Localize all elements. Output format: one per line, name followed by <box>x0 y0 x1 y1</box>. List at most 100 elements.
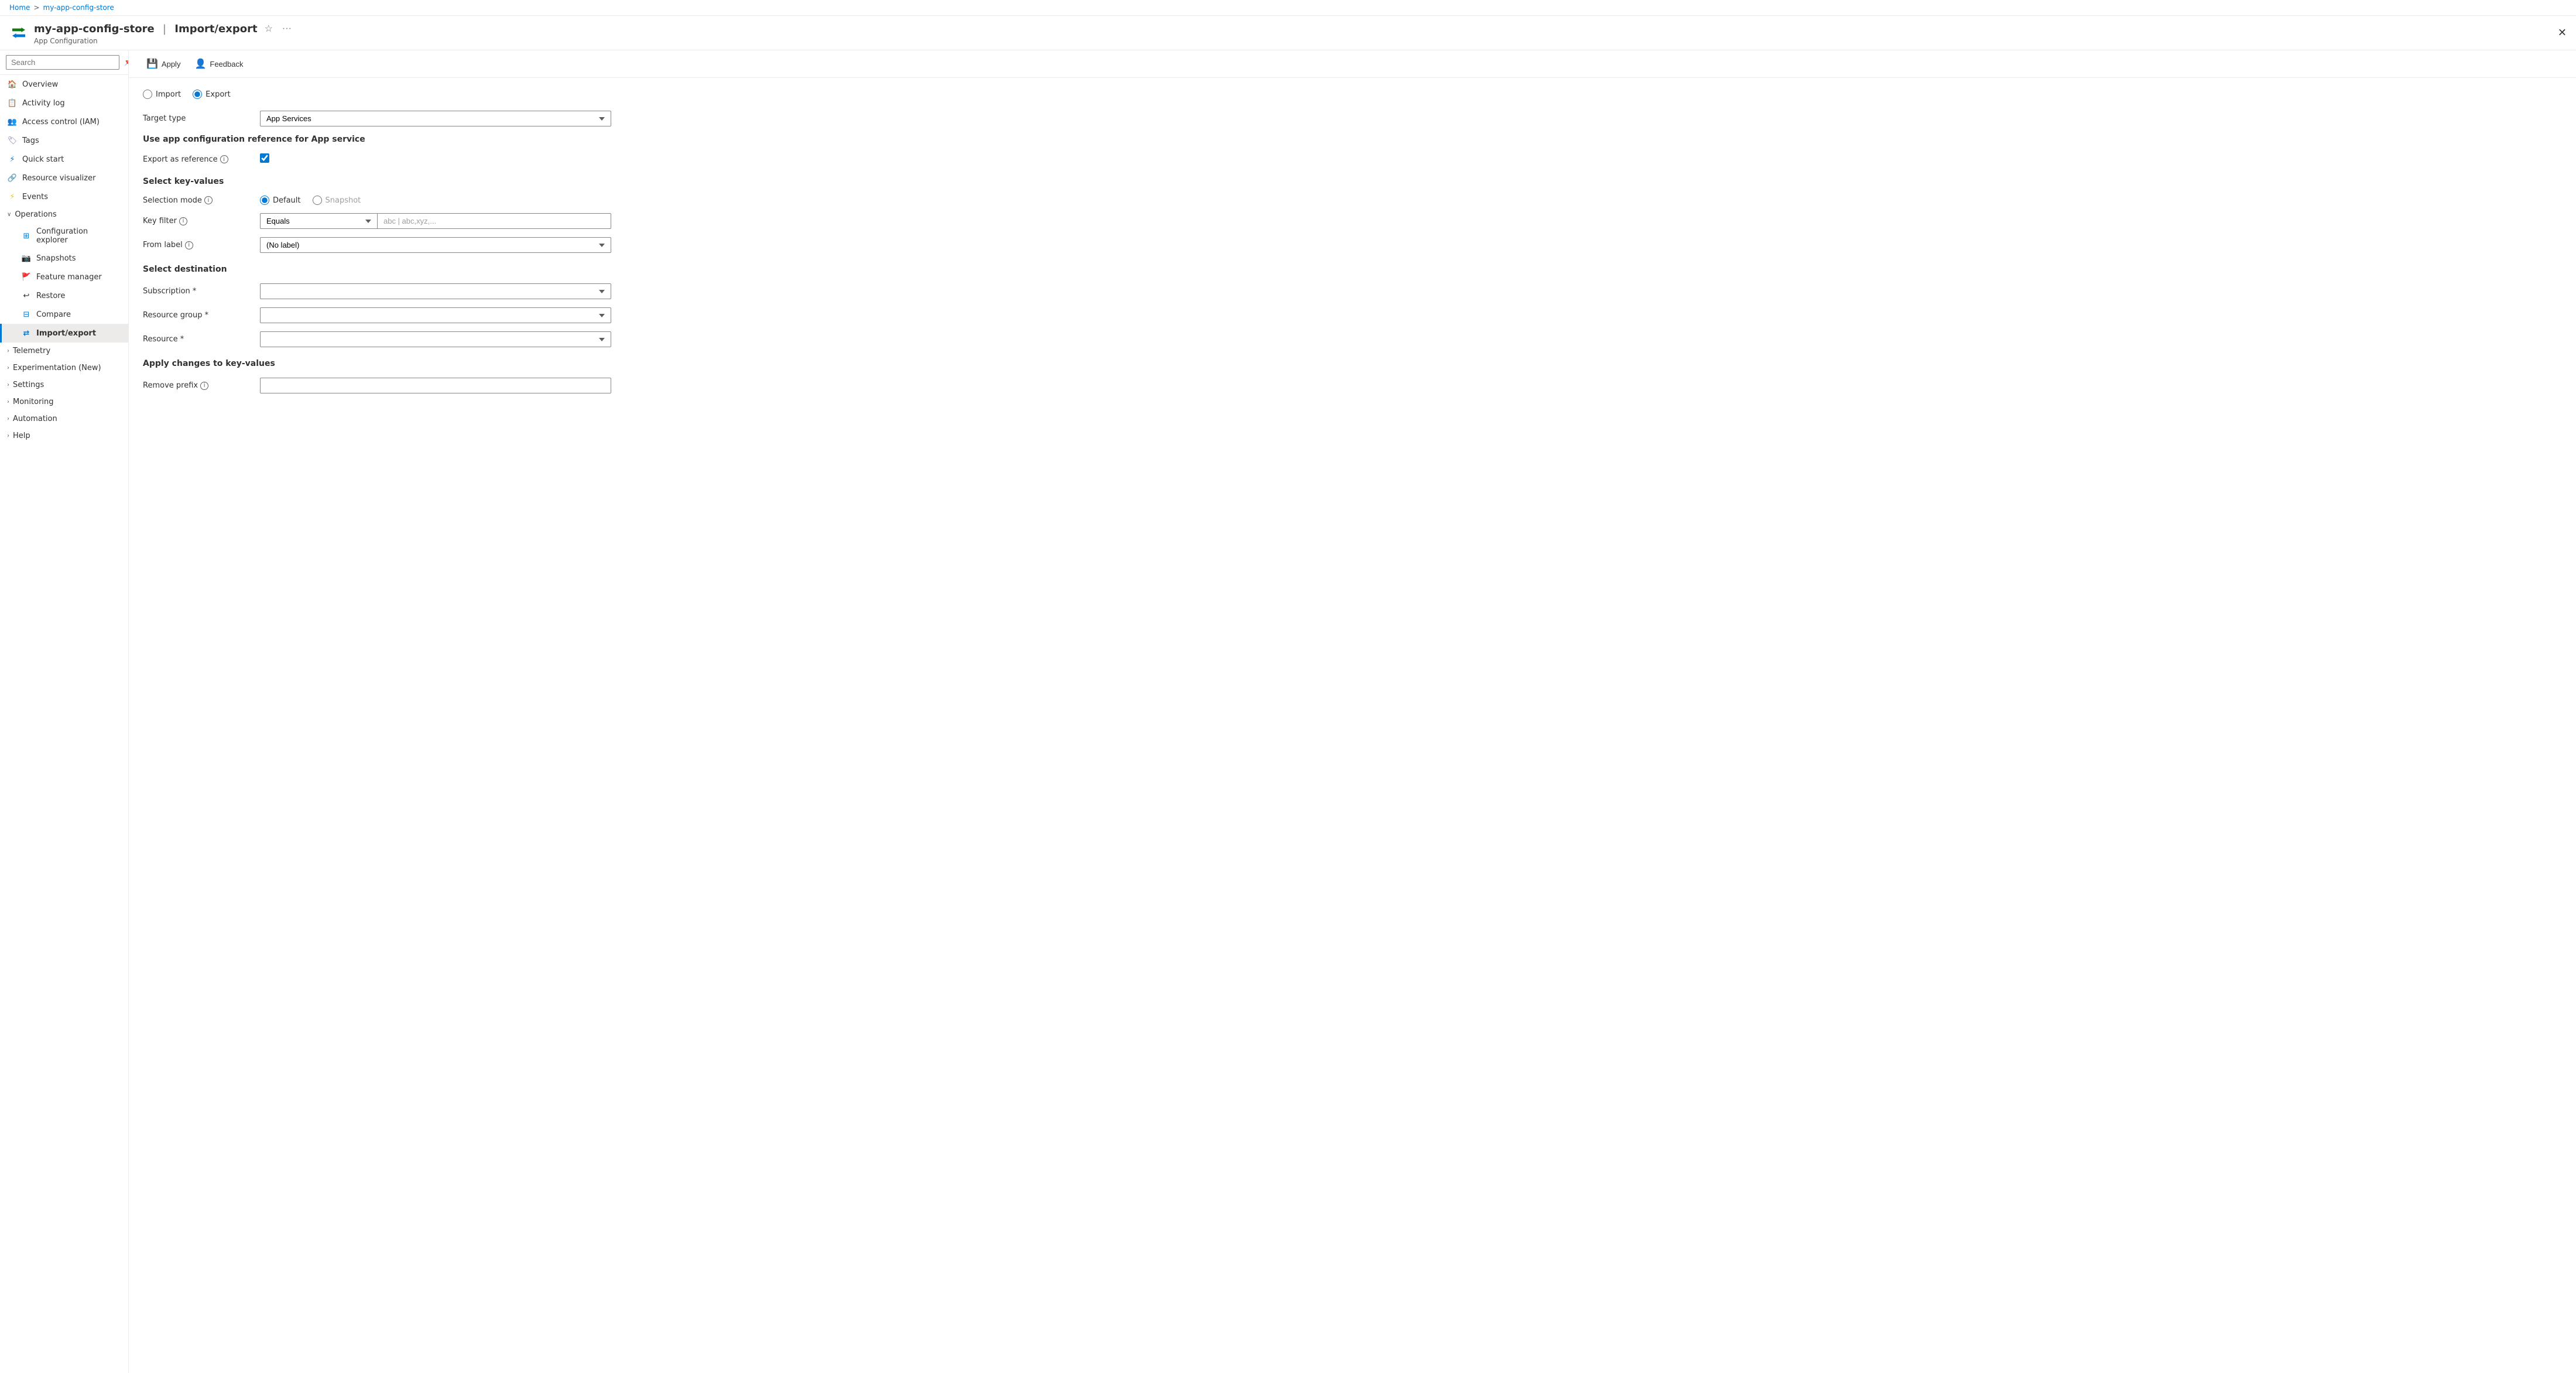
subscription-label: Subscription * <box>143 287 260 296</box>
export-option[interactable]: Export <box>193 90 231 99</box>
importexport-icon: ⇄ <box>21 328 32 338</box>
subscription-select[interactable] <box>260 283 611 299</box>
selection-mode-default-radio[interactable] <box>260 196 269 205</box>
from-label-info-icon[interactable]: i <box>185 241 193 249</box>
sidebar-item-restore[interactable]: ↩ Restore <box>0 286 128 305</box>
resource-select[interactable] <box>260 331 611 347</box>
subscription-control <box>260 283 611 299</box>
sidebar-item-label: Restore <box>36 292 65 300</box>
resource-control <box>260 331 611 347</box>
export-label: Export <box>205 90 231 99</box>
sidebar-item-resource-visualizer[interactable]: 🔗 Resource visualizer <box>0 169 128 187</box>
sidebar-section-experimentation[interactable]: › Experimentation (New) <box>0 359 128 376</box>
selection-mode-snapshot-radio[interactable] <box>313 196 322 205</box>
breadcrumb-sep: > <box>33 4 39 12</box>
snapshots-icon: 📷 <box>21 253 32 263</box>
sidebar-item-snapshots[interactable]: 📷 Snapshots <box>0 249 128 268</box>
pin-icon[interactable]: 📌 <box>123 57 129 69</box>
key-filter-value-input[interactable] <box>377 213 611 229</box>
tags-icon: 🏷 <box>7 135 18 146</box>
key-filter-operator-select[interactable]: Equals Starts with <box>260 213 377 229</box>
apply-icon: 💾 <box>146 58 158 70</box>
resource-group-select[interactable] <box>260 307 611 323</box>
from-label-select[interactable]: (No label) production staging <box>260 237 611 253</box>
sidebar-section-settings[interactable]: › Settings <box>0 376 128 393</box>
telemetry-chevron: › <box>7 348 9 354</box>
resource-group-row: Resource group * <box>143 307 2562 323</box>
selection-mode-control: Default Snapshot <box>260 196 611 205</box>
selection-mode-snapshot-label: Snapshot <box>326 196 361 205</box>
sidebar-item-label: Events <box>22 193 48 201</box>
feature-icon: 🚩 <box>21 272 32 282</box>
import-radio[interactable] <box>143 90 152 99</box>
remove-prefix-control <box>260 378 611 393</box>
experimentation-label: Experimentation (New) <box>13 364 101 372</box>
overview-icon: 🏠 <box>7 79 18 90</box>
import-export-icon <box>12 28 25 38</box>
target-type-row: Target type App Services Azure App Confi… <box>143 111 2562 126</box>
from-label-row: From label i (No label) production stagi… <box>143 237 2562 253</box>
sidebar-item-quick-start[interactable]: ⚡ Quick start <box>0 150 128 169</box>
selection-mode-snapshot-option[interactable]: Snapshot <box>313 196 361 205</box>
sidebar: 📌 《 🏠 Overview 📋 Activity log 👥 Access c… <box>0 50 129 1373</box>
sidebar-section-help[interactable]: › Help <box>0 427 128 444</box>
sidebar-section-automation[interactable]: › Automation <box>0 410 128 427</box>
sidebar-item-compare[interactable]: ⊟ Compare <box>0 305 128 324</box>
sidebar-item-access-control[interactable]: 👥 Access control (IAM) <box>0 112 128 131</box>
remove-prefix-info-icon[interactable]: i <box>200 382 208 390</box>
sidebar-item-tags[interactable]: 🏷 Tags <box>0 131 128 150</box>
sidebar-item-overview[interactable]: 🏠 Overview <box>0 75 128 94</box>
monitoring-label: Monitoring <box>13 398 54 406</box>
sidebar-item-config-explorer[interactable]: ⊞ Configuration explorer <box>0 223 128 249</box>
sidebar-section-telemetry[interactable]: › Telemetry <box>0 343 128 359</box>
sidebar-section-monitoring[interactable]: › Monitoring <box>0 393 128 410</box>
remove-prefix-input[interactable] <box>260 378 611 393</box>
export-as-ref-info-icon[interactable]: i <box>220 155 228 163</box>
feedback-button[interactable]: 👤 Feedback <box>189 55 249 73</box>
select-destination-title: Select destination <box>143 265 2562 274</box>
search-input[interactable] <box>6 55 119 70</box>
key-filter-inputs: Equals Starts with <box>260 213 611 229</box>
resource-group-label: Resource group * <box>143 311 260 320</box>
select-key-values-title: Select key-values <box>143 177 2562 186</box>
sidebar-item-feature-manager[interactable]: 🚩 Feature manager <box>0 268 128 286</box>
more-button[interactable]: ··· <box>280 21 294 36</box>
settings-label: Settings <box>13 381 44 389</box>
resource-group-control <box>260 307 611 323</box>
breadcrumb-home[interactable]: Home <box>9 4 30 12</box>
sidebar-item-label: Compare <box>36 310 71 319</box>
breadcrumb: Home > my-app-config-store <box>0 0 2576 16</box>
sidebar-item-events[interactable]: ⚡ Events <box>0 187 128 206</box>
sidebar-item-label: Tags <box>22 136 39 145</box>
sidebar-item-activity-log[interactable]: 📋 Activity log <box>0 94 128 112</box>
operations-label: Operations <box>15 210 56 219</box>
config-icon: ⊞ <box>21 231 32 241</box>
export-as-ref-checkbox[interactable] <box>260 153 269 163</box>
sidebar-search-container: 📌 《 <box>0 50 128 75</box>
monitoring-chevron: › <box>7 399 9 405</box>
page-subtitle: App Configuration <box>34 37 2567 45</box>
key-filter-row: Key filter i Equals Starts with <box>143 213 2562 229</box>
resource-name: my-app-config-store <box>34 23 155 35</box>
selection-mode-info-icon[interactable]: i <box>204 196 213 204</box>
help-label: Help <box>13 432 30 440</box>
selection-mode-label: Selection mode i <box>143 196 260 205</box>
export-radio[interactable] <box>193 90 202 99</box>
subscription-row: Subscription * <box>143 283 2562 299</box>
target-type-select[interactable]: App Services Azure App Configuration App… <box>260 111 611 126</box>
key-filter-info-icon[interactable]: i <box>179 217 187 225</box>
sidebar-item-label: Snapshots <box>36 254 76 263</box>
apply-button[interactable]: 💾 Apply <box>141 55 186 73</box>
app-config-ref-section-title: Use app configuration reference for App … <box>143 135 2562 144</box>
breadcrumb-current[interactable]: my-app-config-store <box>43 4 114 12</box>
close-button[interactable]: ✕ <box>2558 27 2567 39</box>
selection-mode-default-option[interactable]: Default <box>260 196 301 205</box>
automation-chevron: › <box>7 416 9 422</box>
resource-label: Resource * <box>143 335 260 344</box>
import-option[interactable]: Import <box>143 90 181 99</box>
sidebar-section-operations[interactable]: ∨ Operations <box>0 206 128 223</box>
sidebar-item-import-export[interactable]: ⇄ Import/export <box>0 324 128 343</box>
sidebar-item-label: Overview <box>22 80 58 89</box>
title-separator: | <box>163 23 167 35</box>
favorite-button[interactable]: ☆ <box>262 20 275 37</box>
